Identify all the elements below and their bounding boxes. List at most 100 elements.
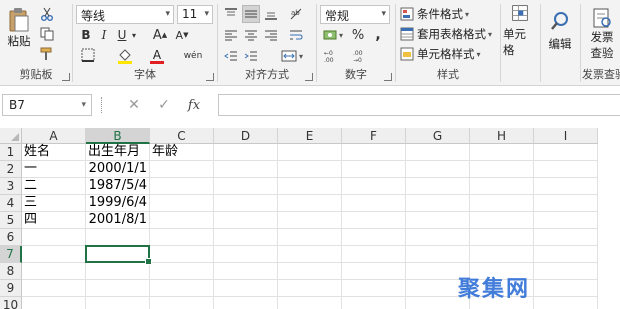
cell-g1[interactable]	[406, 144, 470, 161]
row-header-2[interactable]: 2	[0, 161, 22, 178]
cell-b1[interactable]: 出生年月	[86, 144, 150, 161]
cell-a9[interactable]	[22, 280, 86, 297]
alignment-launcher-icon[interactable]	[305, 73, 313, 81]
cell-f3[interactable]	[342, 178, 406, 195]
cell-f2[interactable]	[342, 161, 406, 178]
cell-f4[interactable]	[342, 195, 406, 212]
cell-i8[interactable]	[534, 263, 598, 280]
number-format-combo[interactable]: 常规 ▾	[320, 5, 390, 24]
cell-g5[interactable]	[406, 212, 470, 229]
cell-g2[interactable]	[406, 161, 470, 178]
column-header-h[interactable]: H	[470, 128, 534, 144]
cell-a4[interactable]: 三	[22, 195, 86, 212]
cell-a5[interactable]: 四	[22, 212, 86, 229]
cell-i9[interactable]	[534, 280, 598, 297]
cell-a2[interactable]: 一	[22, 161, 86, 178]
cell-e9[interactable]	[278, 280, 342, 297]
column-header-b[interactable]: B	[86, 128, 150, 144]
cell-i7[interactable]	[534, 246, 598, 263]
cell-d7[interactable]	[214, 246, 278, 263]
align-center-button[interactable]	[242, 26, 260, 44]
cell-a10[interactable]	[22, 297, 86, 309]
editing-button[interactable]: 编辑	[543, 4, 577, 58]
copy-button[interactable]	[38, 26, 56, 42]
row-header-7[interactable]: 7	[0, 246, 22, 263]
cell-f8[interactable]	[342, 263, 406, 280]
name-box[interactable]: B7 ▾	[2, 94, 92, 116]
cell-a8[interactable]	[22, 263, 86, 280]
bold-button[interactable]: B	[78, 27, 94, 43]
cell-g7[interactable]	[406, 246, 470, 263]
cell-a1[interactable]: 姓名	[22, 144, 86, 161]
cell-i10[interactable]	[534, 297, 598, 309]
cell-g3[interactable]	[406, 178, 470, 195]
cell-b7[interactable]	[86, 246, 150, 263]
cell-e7[interactable]	[278, 246, 342, 263]
column-header-i[interactable]: I	[534, 128, 598, 144]
font-size-combo[interactable]: 11 ▾	[177, 5, 213, 24]
cells-button[interactable]: 单元格	[503, 4, 537, 58]
cell-e3[interactable]	[278, 178, 342, 195]
cell-c5[interactable]	[150, 212, 214, 229]
cell-c6[interactable]	[150, 229, 214, 246]
cut-button[interactable]	[38, 6, 56, 22]
cell-d1[interactable]	[214, 144, 278, 161]
align-top-button[interactable]	[222, 5, 240, 23]
row-header-6[interactable]: 6	[0, 229, 22, 246]
select-all-corner[interactable]	[0, 128, 22, 144]
phonetic-button[interactable]: wén	[182, 47, 204, 65]
cell-e2[interactable]	[278, 161, 342, 178]
cell-e6[interactable]	[278, 229, 342, 246]
cell-b5[interactable]: 2001/8/1	[86, 212, 150, 229]
accounting-format-button[interactable]: ▾	[321, 27, 345, 43]
cell-h4[interactable]	[470, 195, 534, 212]
column-header-a[interactable]: A	[22, 128, 86, 144]
align-middle-button[interactable]	[242, 5, 260, 23]
italic-button[interactable]: I	[96, 27, 112, 43]
column-header-g[interactable]: G	[406, 128, 470, 144]
cell-b3[interactable]: 1987/5/4	[86, 178, 150, 195]
format-painter-button[interactable]	[38, 46, 56, 62]
cell-h3[interactable]	[470, 178, 534, 195]
formula-input[interactable]	[218, 94, 620, 116]
cell-f6[interactable]	[342, 229, 406, 246]
cell-a6[interactable]	[22, 229, 86, 246]
row-header-1[interactable]: 1	[0, 144, 22, 161]
underline-dropdown[interactable]: ▾	[130, 27, 138, 43]
grow-font-button[interactable]: A ▲	[152, 27, 168, 43]
enter-icon[interactable]: ✓	[149, 97, 179, 113]
cell-h2[interactable]	[470, 161, 534, 178]
column-header-c[interactable]: C	[150, 128, 214, 144]
cell-f9[interactable]	[342, 280, 406, 297]
cell-h6[interactable]	[470, 229, 534, 246]
cell-d9[interactable]	[214, 280, 278, 297]
cell-h5[interactable]	[470, 212, 534, 229]
cell-h1[interactable]	[470, 144, 534, 161]
cell-d8[interactable]	[214, 263, 278, 280]
cell-f1[interactable]	[342, 144, 406, 161]
cell-f7[interactable]	[342, 246, 406, 263]
cell-c10[interactable]	[150, 297, 214, 309]
format-as-table-button[interactable]: 套用表格格式 ▾	[400, 25, 496, 43]
column-header-e[interactable]: E	[278, 128, 342, 144]
cell-c7[interactable]	[150, 246, 214, 263]
insert-function-icon[interactable]: fx	[179, 98, 209, 113]
cell-e5[interactable]	[278, 212, 342, 229]
align-right-button[interactable]	[262, 26, 280, 44]
row-header-3[interactable]: 3	[0, 178, 22, 195]
cell-c1[interactable]: 年龄	[150, 144, 214, 161]
cell-b9[interactable]	[86, 280, 150, 297]
cell-d6[interactable]	[214, 229, 278, 246]
cell-e10[interactable]	[278, 297, 342, 309]
cell-e4[interactable]	[278, 195, 342, 212]
conditional-formatting-button[interactable]: 条件格式 ▾	[400, 5, 496, 23]
increase-decimal-button[interactable]: ←0.00	[321, 47, 345, 65]
row-header-5[interactable]: 5	[0, 212, 22, 229]
row-header-8[interactable]: 8	[0, 263, 22, 280]
cancel-icon[interactable]: ✕	[119, 97, 149, 113]
clipboard-launcher-icon[interactable]	[62, 73, 70, 81]
cell-g6[interactable]	[406, 229, 470, 246]
orientation-button[interactable]: ab	[285, 5, 307, 23]
paste-button[interactable]: 粘贴	[4, 4, 34, 52]
font-launcher-icon[interactable]	[206, 73, 214, 81]
